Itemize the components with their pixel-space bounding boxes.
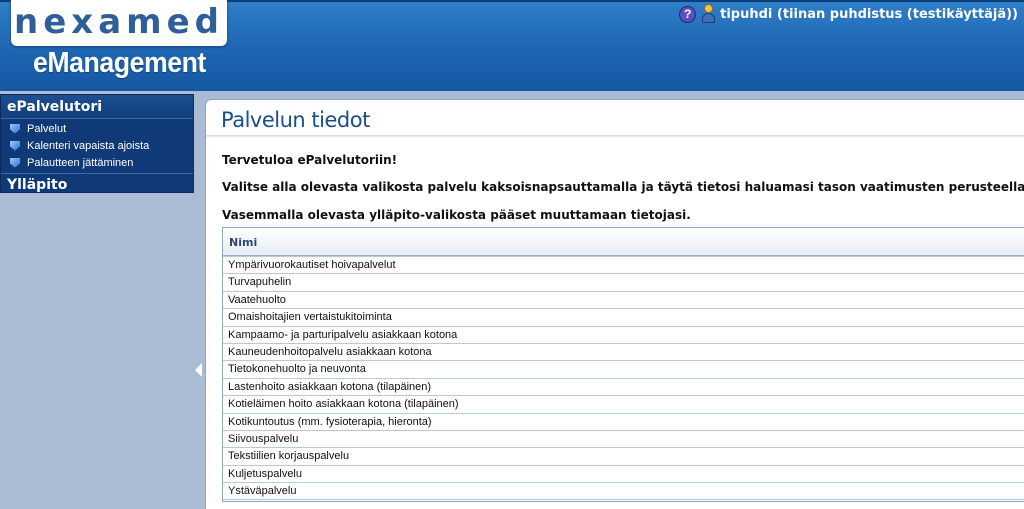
table-row[interactable]: Kauneudenhoitopalvelu asiakkaan kotona — [223, 344, 1024, 362]
help-icon[interactable]: ? — [679, 5, 697, 23]
sidebar-section-epalvelutori[interactable]: ePalvelutori — [1, 95, 193, 119]
table-row[interactable]: Tietokonehuolto ja neuvonta — [223, 361, 1024, 379]
title-divider — [206, 135, 1024, 138]
logo[interactable]: nexamed — [11, 0, 227, 46]
collapse-arrow-icon[interactable] — [195, 363, 202, 377]
column-header-nimi[interactable]: Nimi — [223, 228, 1024, 256]
table-row[interactable]: Kuljetuspalvelu — [223, 466, 1024, 484]
sidebar-item-palvelut[interactable]: Palvelut — [1, 120, 193, 137]
welcome-text: Tervetuloa ePalvelutoriin! — [222, 153, 398, 167]
table-row[interactable]: Kotikuntoutus (mm. fysioterapia, hieront… — [223, 414, 1024, 431]
table-row[interactable]: Omaishoitajien vertaistukitoiminta — [223, 309, 1024, 327]
table-row[interactable]: Tekstiilien korjauspalvelu — [223, 448, 1024, 466]
sidebar-item-label: Palautteen jättäminen — [27, 156, 134, 169]
sidebar-item-label: Palvelut — [27, 122, 67, 135]
table-row[interactable]: Ympärivuorokautiset hoivapalvelut — [223, 257, 1024, 275]
sidebar: ePalvelutori Palvelut Kalenteri vapaista… — [0, 94, 194, 193]
admin-hint-text: Vasemmalla olevasta ylläpito-valikosta p… — [222, 208, 691, 222]
app-title: eManagement — [33, 47, 206, 79]
logo-text: nexamed — [14, 2, 224, 42]
bullet-icon — [10, 157, 20, 168]
table-row[interactable]: Turvapuhelin — [223, 274, 1024, 292]
table-row[interactable]: Siivouspalvelu — [223, 431, 1024, 449]
sidebar-section-yllapito[interactable]: Ylläpito — [1, 173, 193, 197]
instruction-text: Valitse alla olevasta valikosta palvelu … — [222, 180, 1024, 194]
page-title: Palvelun tiedot — [221, 108, 370, 132]
sidebar-item-label: Kalenteri vapaista ajoista — [27, 139, 150, 152]
table-row[interactable]: Ystäväpalvelu — [223, 483, 1024, 501]
table-row[interactable]: Lastenhoito asiakkaan kotona (tilapäinen… — [223, 379, 1024, 397]
sidebar-item-kalenteri[interactable]: Kalenteri vapaista ajoista — [1, 137, 193, 154]
bullet-icon — [10, 140, 20, 151]
services-grid: Nimi Ympärivuorokautiset hoivapalvelut T… — [222, 227, 1024, 502]
app-header: nexamed eManagement ? tipuhdi (tiinan pu… — [0, 0, 1024, 91]
user-name[interactable]: tipuhdi (tiinan puhdistus (testikäyttäjä… — [720, 7, 1018, 22]
sidebar-item-palaute[interactable]: Palautteen jättäminen — [1, 154, 193, 171]
table-row[interactable]: Kotieläimen hoito asiakkaan kotona (tila… — [223, 396, 1024, 414]
bullet-icon — [10, 123, 20, 134]
table-row[interactable]: Vaatehuolto — [223, 292, 1024, 310]
table-row[interactable]: Kampaamo- ja parturipalvelu asiakkaan ko… — [223, 327, 1024, 344]
sidebar-items: Palvelut Kalenteri vapaista ajoista Pala… — [1, 119, 193, 173]
user-icon — [700, 4, 716, 24]
main-panel: Palvelun tiedot Tervetuloa ePalvelutorii… — [205, 99, 1024, 509]
user-area: ? tipuhdi (tiinan puhdistus (testikäyttä… — [679, 4, 1018, 24]
